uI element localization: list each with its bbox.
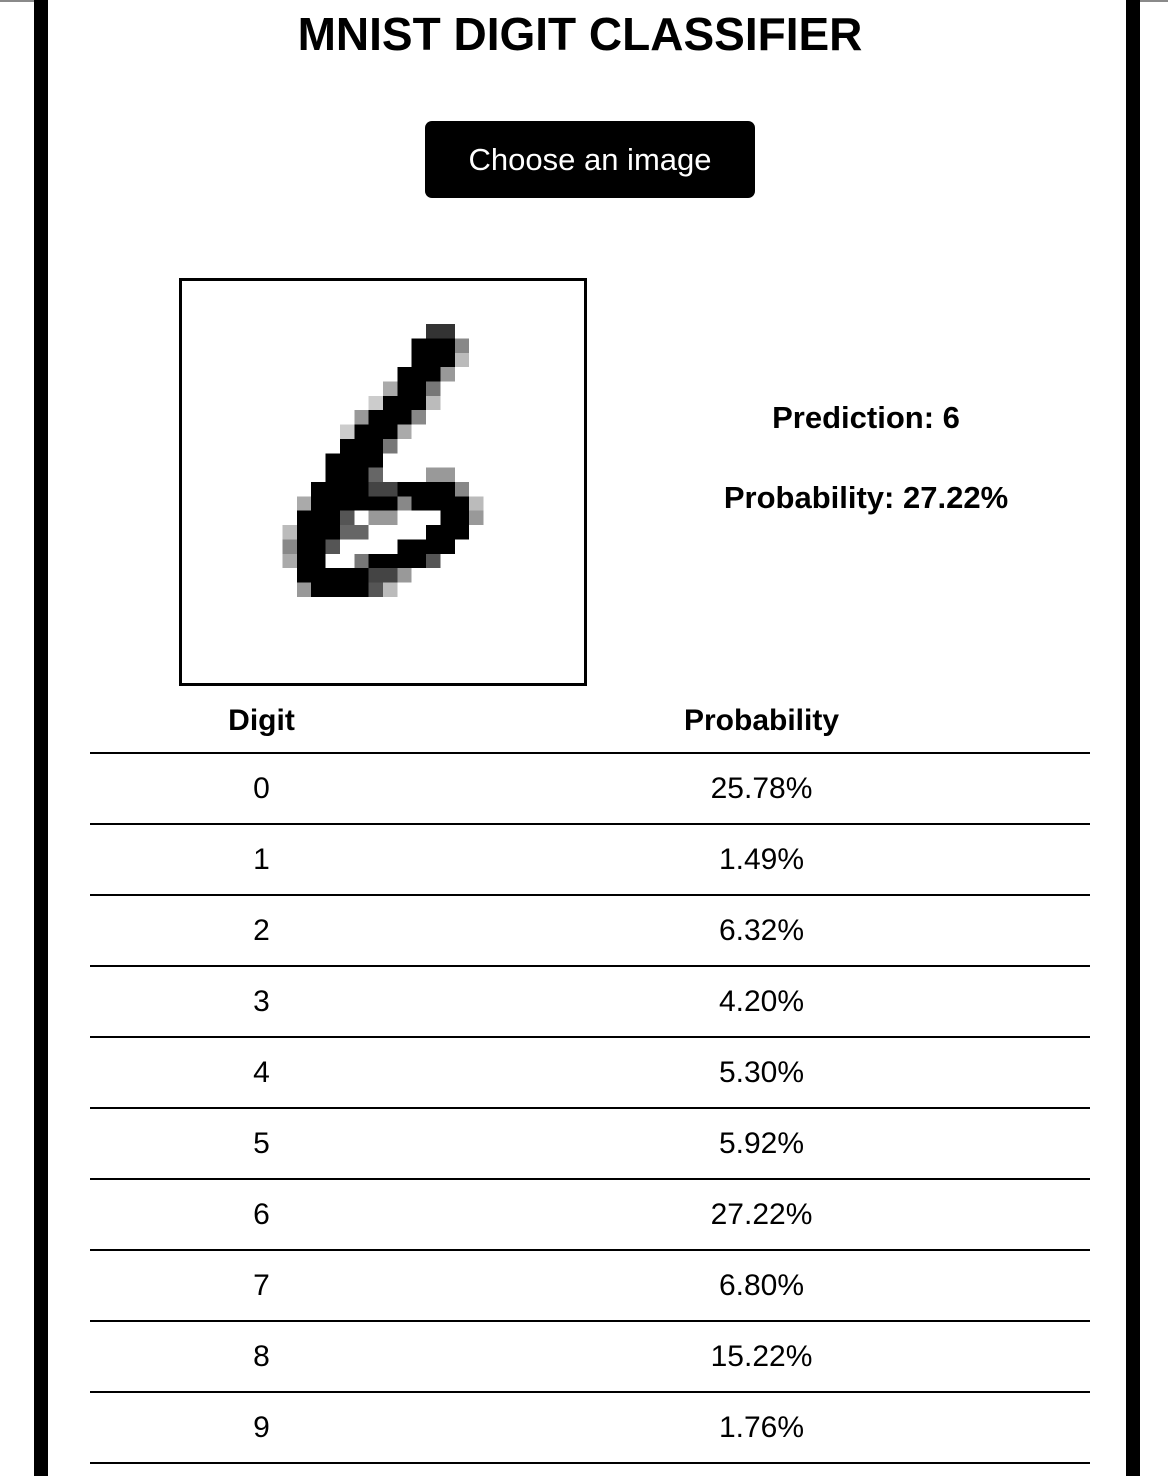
page-title: MNIST DIGIT CLASSIFIER (297, 8, 863, 60)
digit-cell: 5 (90, 1108, 433, 1180)
table-row: 8 15.22% (90, 1321, 1090, 1393)
uploaded-digit-image (179, 278, 587, 686)
prediction-label: Prediction: 6 (772, 400, 960, 435)
digit-cell: 9 (90, 1392, 433, 1464)
digit-cell: 2 (90, 895, 433, 967)
table-row: 2 6.32% (90, 895, 1090, 967)
prediction-probability: Probability: 27.22% (723, 480, 1009, 515)
digit-cell: 4 (90, 1037, 433, 1109)
digit-cell: 7 (90, 1250, 433, 1322)
table-row: 5 5.92% (90, 1108, 1090, 1180)
probability-cell: 6.80% (433, 1250, 1090, 1322)
table-row: 3 4.20% (90, 966, 1090, 1038)
table-row: 6 27.22% (90, 1179, 1090, 1251)
column-header-probability: Probability (433, 690, 1090, 754)
digit-cell: 1 (90, 824, 433, 896)
table-row: 9 1.76% (90, 1392, 1090, 1464)
probability-cell: 1.76% (433, 1392, 1090, 1464)
column-header-digit: Digit (90, 690, 433, 754)
table-row: 4 5.30% (90, 1037, 1090, 1109)
probability-cell: 4.20% (433, 966, 1090, 1038)
digit-cell: 3 (90, 966, 433, 1038)
probability-cell: 5.92% (433, 1108, 1090, 1180)
table-row: 1 1.49% (90, 824, 1090, 896)
probability-cell: 1.49% (433, 824, 1090, 896)
probability-cell: 6.32% (433, 895, 1090, 967)
probability-cell: 5.30% (433, 1037, 1090, 1109)
digit-cell: 8 (90, 1321, 433, 1393)
digit-cell: 0 (90, 753, 433, 825)
probability-cell: 25.78% (433, 753, 1090, 825)
digit-cell: 6 (90, 1179, 433, 1251)
probability-table: Digit Probability 0 25.78% 1 1.49% 2 6.3… (90, 690, 1090, 1464)
probability-cell: 15.22% (433, 1321, 1090, 1393)
choose-image-button[interactable]: Choose an image (425, 121, 755, 198)
digit-six-image (282, 324, 484, 597)
app-frame: MNIST DIGIT CLASSIFIER Choose an image P… (34, 0, 1140, 1476)
probability-cell: 27.22% (433, 1179, 1090, 1251)
table-header-row: Digit Probability (90, 690, 1090, 754)
table-row: 0 25.78% (90, 753, 1090, 825)
table-row: 7 6.80% (90, 1250, 1090, 1322)
